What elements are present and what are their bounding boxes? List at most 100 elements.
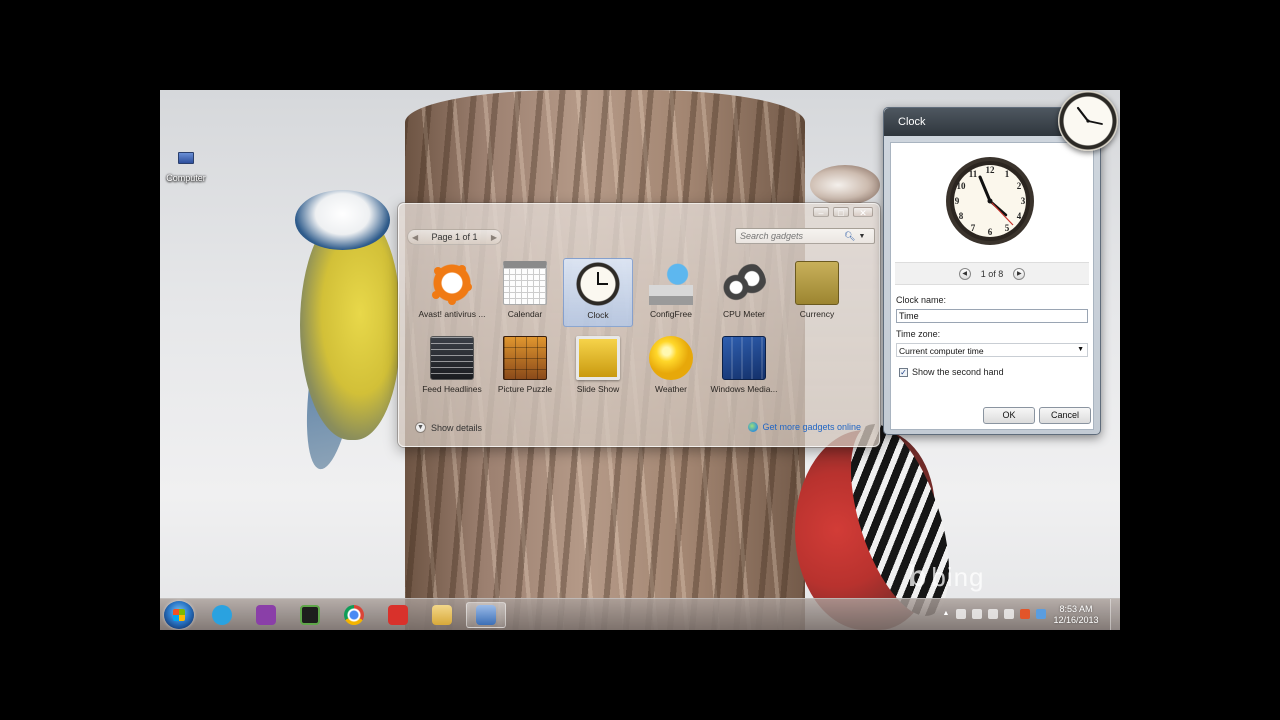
gadget-calendar[interactable]: Calendar <box>490 258 560 327</box>
gadget-name: Currency <box>799 309 835 319</box>
bluetooth-icon[interactable] <box>1036 609 1046 619</box>
previous-clock-button[interactable]: ◀ <box>958 267 971 280</box>
gadget-clock[interactable]: Clock <box>563 258 633 327</box>
folder-icon <box>432 605 452 625</box>
desktop-icon-label: Computer <box>166 173 206 183</box>
bing-watermark: b bing <box>908 560 985 593</box>
taskbar-skype[interactable] <box>202 602 242 628</box>
taskbar: ▲ 8:53 AM 12/16/2013 <box>160 598 1120 630</box>
weather-icon <box>649 336 693 380</box>
gadget-currency[interactable]: Currency <box>782 258 852 327</box>
gadget-windows-media-center[interactable]: Windows Media... <box>709 333 779 402</box>
next-clock-button[interactable]: ▶ <box>1013 267 1026 280</box>
clock-icon <box>576 262 620 306</box>
configfree-icon <box>649 261 693 305</box>
taskbar-date: 12/16/2013 <box>1053 615 1099 625</box>
svg-text:11: 11 <box>969 169 978 179</box>
get-more-gadgets-label: Get more gadgets online <box>762 422 861 432</box>
gadget-picture-puzzle[interactable]: Picture Puzzle <box>490 333 560 402</box>
clock-name-field[interactable]: Time <box>896 309 1088 323</box>
prev-page-button[interactable]: ◀ <box>412 233 418 242</box>
desktop-icon-computer[interactable]: Computer <box>166 152 206 186</box>
taskbar-clock[interactable]: 8:53 AM 12/16/2013 <box>1048 604 1104 626</box>
windows-media-center-icon <box>722 336 766 380</box>
gadget-name: Calendar <box>507 309 543 319</box>
clock-preview: 12 1 2 3 45 6 78 9 10 11 <box>895 147 1089 263</box>
gadget-name: Clock <box>587 310 609 320</box>
svg-text:8: 8 <box>959 211 964 221</box>
picture-puzzle-icon <box>503 336 547 380</box>
svg-text:1: 1 <box>1005 169 1010 179</box>
clock-name-label: Clock name: <box>896 295 947 305</box>
system-tray: ▲ <box>942 609 1046 619</box>
show-hidden-icons-button[interactable]: ▲ <box>942 610 950 618</box>
gadget-cpu-meter[interactable]: CPU Meter <box>709 258 779 327</box>
taskbar-camera[interactable] <box>290 602 330 628</box>
volume-icon[interactable] <box>956 609 966 619</box>
taskbar-gadgets[interactable] <box>466 602 506 628</box>
svg-text:7: 7 <box>971 223 976 233</box>
gadget-name: Avast! antivirus ... <box>418 309 486 319</box>
computer-icon <box>178 152 194 164</box>
gadget-name: Weather <box>655 384 687 394</box>
close-button[interactable]: ✕ <box>853 207 873 218</box>
camera-icon <box>300 605 320 625</box>
taskbar-onenote[interactable] <box>246 602 286 628</box>
gadget-name: Picture Puzzle <box>497 384 553 394</box>
slide-show-icon <box>576 336 620 380</box>
preview-indicator: 1 of 8 <box>980 268 1004 279</box>
svg-text:10: 10 <box>957 181 967 191</box>
download-icon <box>388 605 408 625</box>
search-input[interactable] <box>736 231 844 241</box>
chevron-down-icon: ▼ <box>415 422 426 433</box>
avast-icon <box>430 261 474 305</box>
globe-icon <box>748 422 759 432</box>
camera-tray-icon[interactable] <box>988 609 998 619</box>
time-zone-value: Current computer time <box>899 346 984 356</box>
currency-icon <box>795 261 839 305</box>
search-icon[interactable]: 🔍︎ <box>844 231 856 242</box>
svg-text:5: 5 <box>1005 223 1010 233</box>
feed-headlines-icon <box>430 336 474 380</box>
gadget-gallery-window: – □ ✕ ◀ Page 1 of 1 ▶ 🔍︎ ▼ Avast! antivi… <box>398 203 880 447</box>
gadget-search-box: 🔍︎ ▼ <box>735 228 875 244</box>
next-page-button[interactable]: ▶ <box>491 233 497 242</box>
page-navigator: ◀ Page 1 of 1 ▶ <box>407 229 502 245</box>
gadget-avast[interactable]: Avast! antivirus ... <box>417 258 487 327</box>
taskbar-chrome[interactable] <box>334 602 374 628</box>
get-more-gadgets-link[interactable]: Get more gadgets online <box>748 422 861 432</box>
security-icon[interactable] <box>972 609 982 619</box>
svg-text:6: 6 <box>988 227 993 237</box>
desktop: bbing Computer – □ ✕ ◀ Page 1 of 1 ▶ 🔍︎ … <box>160 90 1120 630</box>
ok-button[interactable]: OK <box>983 407 1035 424</box>
show-desktop-button[interactable] <box>1110 599 1120 630</box>
gadget-configfree[interactable]: ConfigFree <box>636 258 706 327</box>
gadget-grid: Avast! antivirus ... Calendar Clock Conf… <box>417 258 855 402</box>
start-button[interactable] <box>164 601 194 629</box>
gadget-slide-show[interactable]: Slide Show <box>563 333 633 402</box>
maximize-button[interactable]: □ <box>833 207 849 218</box>
taskbar-downloader[interactable] <box>378 602 418 628</box>
cpu-meter-icon <box>722 261 766 305</box>
second-hand-option[interactable]: ✓ Show the second hand <box>899 367 1004 377</box>
preview-navigator: ◀ 1 of 8 ▶ <box>895 263 1089 285</box>
network-icon[interactable] <box>1004 609 1014 619</box>
gadget-weather[interactable]: Weather <box>636 333 706 402</box>
time-zone-select[interactable]: Current computer time ▼ <box>896 343 1088 357</box>
show-details-toggle[interactable]: ▼ Show details <box>415 422 482 433</box>
cancel-button[interactable]: Cancel <box>1039 407 1091 424</box>
gadget-feed-headlines[interactable]: Feed Headlines <box>417 333 487 402</box>
clock-gadget[interactable] <box>1058 91 1118 151</box>
gadget-name: Slide Show <box>576 384 620 394</box>
search-dropdown-icon[interactable]: ▼ <box>856 233 868 240</box>
taskbar-explorer[interactable] <box>422 602 462 628</box>
second-hand-checkbox[interactable]: ✓ <box>899 367 908 377</box>
gadget-name: Feed Headlines <box>422 384 482 394</box>
avast-tray-icon[interactable] <box>1020 609 1030 619</box>
wallpaper-bluetit-head <box>295 190 390 250</box>
clock-face-preview: 12 12 3 45 6 78 9 1011 <box>946 157 1034 245</box>
svg-text:4: 4 <box>1017 211 1022 221</box>
gadget-name: CPU Meter <box>722 309 766 319</box>
gadgets-icon <box>476 605 496 625</box>
minimize-button[interactable]: – <box>813 207 829 218</box>
